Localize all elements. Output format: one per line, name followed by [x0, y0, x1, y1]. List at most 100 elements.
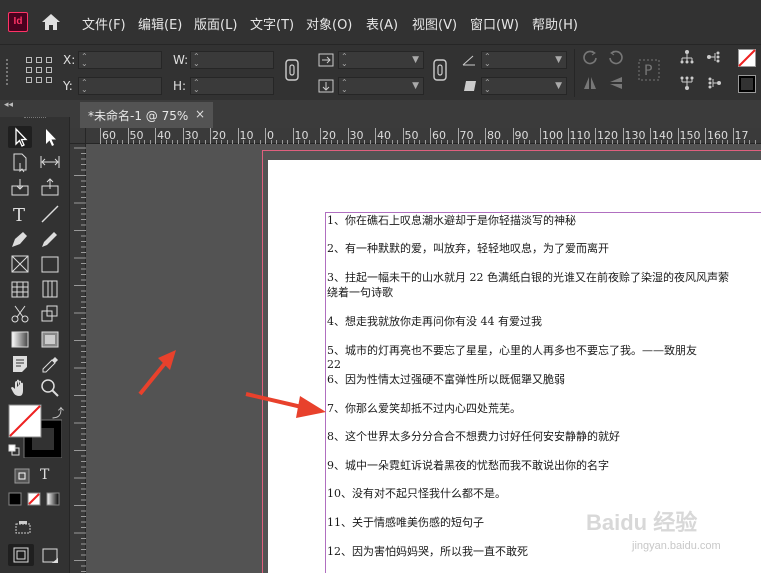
rectangle-frame-tool[interactable]: [8, 253, 32, 275]
shear-field[interactable]: ⌃ ⌄ ▼: [481, 77, 567, 95]
formatting-text-icon[interactable]: T: [40, 467, 49, 483]
menu-view[interactable]: 视图(V): [412, 14, 457, 33]
select-content-icon[interactable]: [679, 75, 695, 91]
line-tool[interactable]: [38, 203, 62, 225]
menu-bar: Id 文件(F) 编辑(E) 版面(L) 文字(T) 对象(O) 表(A) 视图…: [0, 0, 761, 44]
home-icon[interactable]: [40, 11, 62, 33]
gradient-feather-icon: [41, 331, 59, 348]
panel-grip-icon[interactable]: [6, 59, 8, 85]
rotation-stepper-icon[interactable]: ⌃ ⌄: [484, 53, 491, 68]
formatting-container-icon[interactable]: [14, 468, 30, 484]
ruler-label: 70: [459, 129, 474, 142]
type-tool[interactable]: T: [8, 203, 32, 226]
scale-y-stepper-icon[interactable]: ⌃ ⌄: [341, 79, 348, 94]
toolbar-grip-icon[interactable]: [24, 117, 46, 120]
collapse-panels-icon[interactable]: ◂◂: [4, 100, 13, 110]
rotate-cw-icon[interactable]: [582, 49, 598, 65]
grid-icon: [42, 280, 58, 298]
swap-fill-stroke-icon[interactable]: ⤴: [52, 404, 64, 421]
eyedropper-tool[interactable]: [38, 353, 62, 375]
menu-object[interactable]: 对象(O): [306, 14, 352, 33]
zoom-tool[interactable]: [38, 377, 62, 399]
scale-x-dropdown-icon[interactable]: ▼: [412, 55, 419, 65]
annotation-arrow-up: [138, 350, 176, 396]
ruler-major-tick: [347, 128, 349, 144]
horizontal-grid-tool[interactable]: [38, 278, 62, 300]
scale-x-field[interactable]: ⌃ ⌄ ▼: [338, 51, 424, 69]
menu-layout[interactable]: 版面(L): [194, 14, 237, 33]
page-icon: [13, 153, 27, 173]
scale-x-stepper-icon[interactable]: ⌃ ⌄: [341, 53, 348, 68]
rectangle-icon: [41, 256, 59, 273]
menu-edit[interactable]: 编辑(E): [138, 14, 182, 33]
document-tab-title: *未命名-1 @ 75%: [88, 109, 189, 123]
apply-color-icon[interactable]: [8, 492, 22, 506]
hand-tool[interactable]: [8, 377, 32, 399]
selection-tool[interactable]: [8, 126, 32, 148]
y-field[interactable]: ⌃ ⌄: [78, 77, 162, 95]
apply-gradient-icon[interactable]: [46, 492, 60, 506]
rotation-dropdown-icon[interactable]: ▼: [555, 55, 562, 65]
shear-stepper-icon[interactable]: ⌃ ⌄: [484, 79, 491, 94]
document-tab-strip: ◂◂ *未命名-1 @ 75% ×: [0, 100, 761, 128]
ruler-major-tick: [622, 128, 624, 144]
content-collector-tool[interactable]: [8, 176, 32, 198]
screen-mode-icon[interactable]: [14, 520, 32, 534]
gradient-swatch-tool[interactable]: [8, 328, 32, 350]
scissors-tool[interactable]: [8, 303, 32, 325]
table-tool[interactable]: [8, 278, 32, 300]
apply-none-icon[interactable]: [27, 492, 41, 506]
scale-y-field[interactable]: ⌃ ⌄ ▼: [338, 77, 424, 95]
content-placer-tool[interactable]: [38, 176, 62, 198]
normal-view-button[interactable]: [8, 544, 34, 566]
menu-table[interactable]: 表(A): [366, 14, 398, 33]
constrain-proportions-icon[interactable]: [285, 59, 299, 81]
paragraph-6: 6、因为性情太过强硬不富弹性所以既倔犟又脆弱: [327, 373, 565, 386]
menu-window[interactable]: 窗口(W): [470, 14, 519, 33]
x-stepper-icon[interactable]: ⌃ ⌄: [81, 53, 88, 68]
direct-selection-tool[interactable]: [38, 126, 62, 148]
note-tool[interactable]: [8, 353, 32, 375]
ruler-label: 60: [102, 129, 116, 142]
gap-tool[interactable]: [38, 151, 62, 173]
vertical-ruler[interactable]: [70, 144, 86, 573]
h-field[interactable]: ⌃ ⌄: [190, 77, 274, 95]
constrain-scale-icon[interactable]: [433, 59, 447, 81]
rectangle-tool[interactable]: [38, 253, 62, 275]
rotate-ccw-icon[interactable]: [608, 49, 624, 65]
scale-y-dropdown-icon[interactable]: ▼: [412, 81, 419, 91]
svg-text:P: P: [644, 63, 652, 79]
page-tool[interactable]: [8, 151, 32, 173]
pencil-tool[interactable]: [38, 228, 62, 250]
free-transform-tool[interactable]: [38, 303, 62, 325]
gradient-feather-tool[interactable]: [38, 328, 62, 350]
pen-tool[interactable]: [8, 228, 32, 250]
document-tab[interactable]: *未命名-1 @ 75% ×: [80, 102, 213, 128]
menu-help[interactable]: 帮助(H): [532, 14, 578, 33]
ruler-origin[interactable]: [70, 128, 86, 144]
x-field[interactable]: ⌃ ⌄: [78, 51, 162, 69]
fill-none-icon[interactable]: [738, 49, 756, 67]
rotation-field[interactable]: ⌃ ⌄ ▼: [481, 51, 567, 69]
shear-dropdown-icon[interactable]: ▼: [555, 81, 562, 91]
default-fill-stroke-icon[interactable]: [8, 444, 20, 456]
gradient-swatch-icon: [11, 331, 29, 348]
stroke-black-icon[interactable]: [738, 75, 756, 93]
select-container-icon[interactable]: [679, 49, 695, 65]
preview-mode-icon[interactable]: [42, 548, 60, 564]
w-field[interactable]: ⌃ ⌄: [190, 51, 274, 69]
reference-point-icon[interactable]: [26, 57, 52, 83]
shear-angle-icon: [464, 81, 476, 91]
select-previous-icon[interactable]: [705, 75, 723, 91]
h-stepper-icon[interactable]: ⌃ ⌄: [193, 79, 200, 94]
select-next-icon[interactable]: [705, 49, 723, 65]
flip-horizontal-icon[interactable]: [582, 75, 598, 91]
w-stepper-icon[interactable]: ⌃ ⌄: [193, 53, 200, 68]
flip-vertical-icon[interactable]: [608, 75, 624, 91]
close-tab-icon[interactable]: ×: [195, 107, 205, 121]
y-stepper-icon[interactable]: ⌃ ⌄: [81, 79, 88, 94]
menu-file[interactable]: 文件(F): [82, 14, 126, 33]
horizontal-ruler[interactable]: 60 50 40 30 20 10 0 10 20 30 40 50 60 70 80 90 100 110 120…: [86, 128, 761, 144]
menu-type[interactable]: 文字(T): [250, 14, 294, 33]
gap-icon: [40, 156, 60, 168]
